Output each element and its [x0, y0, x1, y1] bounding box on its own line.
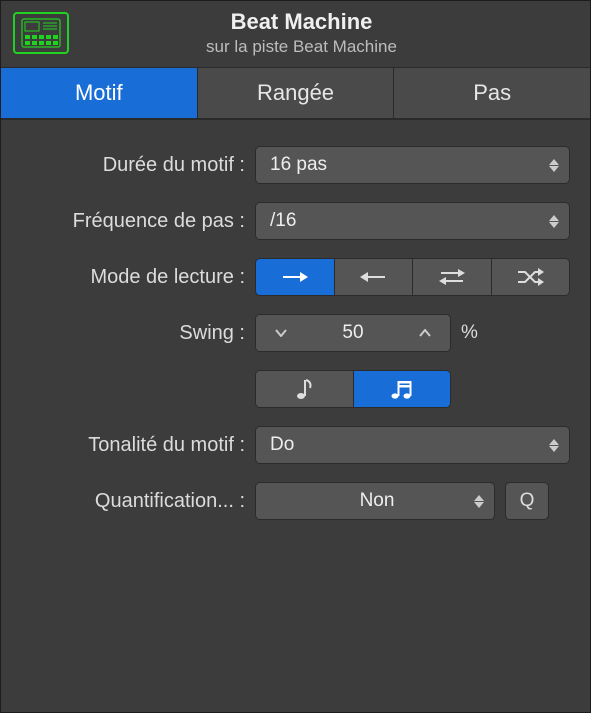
label-tonalite: Tonalité du motif : [21, 434, 255, 457]
select-freq[interactable]: /16 [255, 202, 570, 240]
eighth-note-icon [296, 378, 312, 400]
swing-eighth[interactable] [256, 371, 354, 407]
label-quant: Quantification... : [21, 490, 255, 513]
mode-random[interactable] [492, 259, 570, 295]
stepper-arrows-icon [549, 159, 559, 172]
stepper-arrows-icon [474, 495, 484, 508]
stepper-arrows-icon [549, 439, 559, 452]
quantize-button[interactable]: Q [505, 482, 549, 520]
swing-stepper: 50 [255, 314, 451, 352]
label-mode: Mode de lecture : [21, 266, 255, 289]
chevron-down-icon [275, 329, 287, 337]
label-swing: Swing : [21, 322, 255, 345]
plugin-title: Beat Machine [25, 9, 578, 35]
select-duree-value: 16 pas [270, 154, 327, 176]
swing-increment[interactable] [400, 315, 450, 351]
tab-motif[interactable]: Motif [1, 68, 198, 118]
content-area: Durée du motif : 16 pas Fréquence de pas… [1, 120, 590, 558]
swing-note-group [255, 370, 451, 408]
tab-bar: Motif Rangée Pas [1, 68, 590, 120]
percent-label: % [461, 322, 478, 344]
header: Beat Machine sur la piste Beat Machine [1, 1, 590, 68]
playback-mode-group [255, 258, 570, 296]
arrow-right-icon [281, 269, 309, 285]
plugin-subtitle: sur la piste Beat Machine [25, 37, 578, 57]
chevron-up-icon [419, 329, 431, 337]
select-tonalite-value: Do [270, 434, 294, 456]
arrows-pingpong-icon [437, 267, 467, 287]
select-quant-value: Non [360, 490, 395, 512]
arrow-left-icon [359, 269, 387, 285]
label-freq: Fréquence de pas : [21, 210, 255, 233]
mode-pingpong[interactable] [413, 259, 492, 295]
tab-rangee[interactable]: Rangée [198, 68, 395, 118]
header-titles: Beat Machine sur la piste Beat Machine [25, 9, 578, 57]
select-duree[interactable]: 16 pas [255, 146, 570, 184]
label-duree: Durée du motif : [21, 154, 255, 177]
swing-decrement[interactable] [256, 315, 306, 351]
sixteenth-notes-icon [390, 378, 414, 400]
mode-backward[interactable] [335, 259, 414, 295]
stepper-arrows-icon [549, 215, 559, 228]
tab-pas[interactable]: Pas [394, 68, 590, 118]
select-tonalite[interactable]: Do [255, 426, 570, 464]
inspector-panel: Beat Machine sur la piste Beat Machine M… [1, 1, 590, 712]
swing-sixteenth[interactable] [354, 371, 451, 407]
swing-value[interactable]: 50 [306, 315, 400, 351]
shuffle-icon [515, 267, 545, 287]
mode-forward[interactable] [256, 259, 335, 295]
select-freq-value: /16 [270, 210, 296, 232]
select-quant[interactable]: Non [255, 482, 495, 520]
